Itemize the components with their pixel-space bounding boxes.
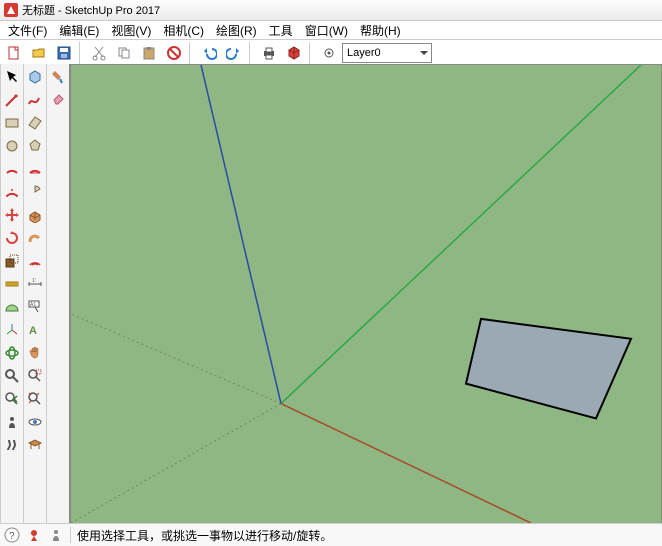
line-tool[interactable] [1, 89, 23, 111]
title-bar: 无标题 - SketchUp Pro 2017 [0, 0, 662, 21]
model-button[interactable] [282, 41, 306, 65]
zoom-window-tool[interactable] [24, 365, 46, 387]
position-camera-tool[interactable] [1, 411, 23, 433]
pan-tool[interactable] [24, 342, 46, 364]
undo-button[interactable] [197, 41, 221, 65]
app-icon [4, 3, 18, 17]
scale-tool[interactable] [1, 250, 23, 272]
work-area: 1' A1 A [0, 64, 662, 524]
status-hint: 使用选择工具，或挑选一事物以进行移动/旋转。 [77, 527, 332, 544]
text-tool[interactable]: A1 [24, 296, 46, 318]
menu-camera[interactable]: 相机(C) [157, 22, 210, 39]
delete-button[interactable] [162, 41, 186, 65]
move-tool[interactable] [1, 204, 23, 226]
arc3-tool[interactable] [1, 181, 23, 203]
tape-tool[interactable] [1, 273, 23, 295]
status-bar: ? 使用选择工具，或挑选一事物以进行移动/旋转。 [0, 523, 662, 546]
layer-label: Layer0 [347, 47, 381, 59]
followme-tool[interactable] [24, 227, 46, 249]
paste-button[interactable] [137, 41, 161, 65]
walk-tool[interactable] [1, 434, 23, 456]
toolbox-col-1 [0, 64, 24, 524]
copy-button[interactable] [112, 41, 136, 65]
menu-edit[interactable]: 编辑(E) [53, 22, 105, 39]
pushpull-tool[interactable] [24, 204, 46, 226]
offset-tool[interactable] [24, 250, 46, 272]
zoom-extents-tool[interactable] [24, 388, 46, 410]
layer-dropdown[interactable]: Layer0 [342, 43, 432, 63]
cut-button[interactable] [87, 41, 111, 65]
menu-bar: 文件(F) 编辑(E) 视图(V) 相机(C) 绘图(R) 工具 窗口(W) 帮… [0, 21, 662, 40]
toolbox-col-3 [47, 64, 70, 524]
layer-visibility-button[interactable] [317, 41, 341, 65]
paint-tool[interactable] [47, 66, 69, 88]
redo-button[interactable] [222, 41, 246, 65]
arc2-tool[interactable] [24, 158, 46, 180]
new-button[interactable] [2, 41, 26, 65]
toolbar-top: Layer0 [0, 40, 662, 67]
print-button[interactable] [257, 41, 281, 65]
menu-tools[interactable]: 工具 [263, 22, 299, 39]
window-title: 无标题 - SketchUp Pro 2017 [22, 2, 160, 18]
open-button[interactable] [27, 41, 51, 65]
toolbox-col-2: 1' A1 A [24, 64, 47, 524]
3dtext-tool[interactable]: A [24, 319, 46, 341]
section-tool[interactable] [24, 434, 46, 456]
help-icon[interactable]: ? [4, 527, 20, 543]
make-component-tool[interactable] [24, 66, 46, 88]
look-around-tool[interactable] [24, 411, 46, 433]
circle-tool[interactable] [1, 135, 23, 157]
select-tool[interactable] [1, 66, 23, 88]
rectangle-tool[interactable] [1, 112, 23, 134]
menu-help[interactable]: 帮助(H) [354, 22, 407, 39]
rotated-rect-tool[interactable] [24, 112, 46, 134]
viewport[interactable] [70, 64, 662, 524]
svg-text:?: ? [9, 531, 15, 542]
dimension-tool[interactable]: 1' [24, 273, 46, 295]
polygon-tool[interactable] [24, 135, 46, 157]
orbit-tool[interactable] [1, 342, 23, 364]
zoom-tool[interactable] [1, 365, 23, 387]
pie-tool[interactable] [24, 181, 46, 203]
geolocation-icon[interactable] [26, 527, 42, 543]
save-button[interactable] [52, 41, 76, 65]
menu-view[interactable]: 视图(V) [105, 22, 157, 39]
axes-tool[interactable] [1, 319, 23, 341]
menu-window[interactable]: 窗口(W) [299, 22, 354, 39]
rotate-tool[interactable] [1, 227, 23, 249]
menu-file[interactable]: 文件(F) [2, 22, 53, 39]
protractor-tool[interactable] [1, 296, 23, 318]
menu-draw[interactable]: 绘图(R) [210, 22, 263, 39]
freehand-tool[interactable] [24, 89, 46, 111]
eraser-tool[interactable] [47, 89, 69, 111]
svg-text:1': 1' [32, 278, 36, 284]
claim-credit-icon[interactable] [48, 527, 64, 543]
previous-view-tool[interactable] [1, 388, 23, 410]
scene-canvas [71, 65, 661, 523]
svg-text:A: A [29, 325, 37, 337]
arc-tool[interactable] [1, 158, 23, 180]
